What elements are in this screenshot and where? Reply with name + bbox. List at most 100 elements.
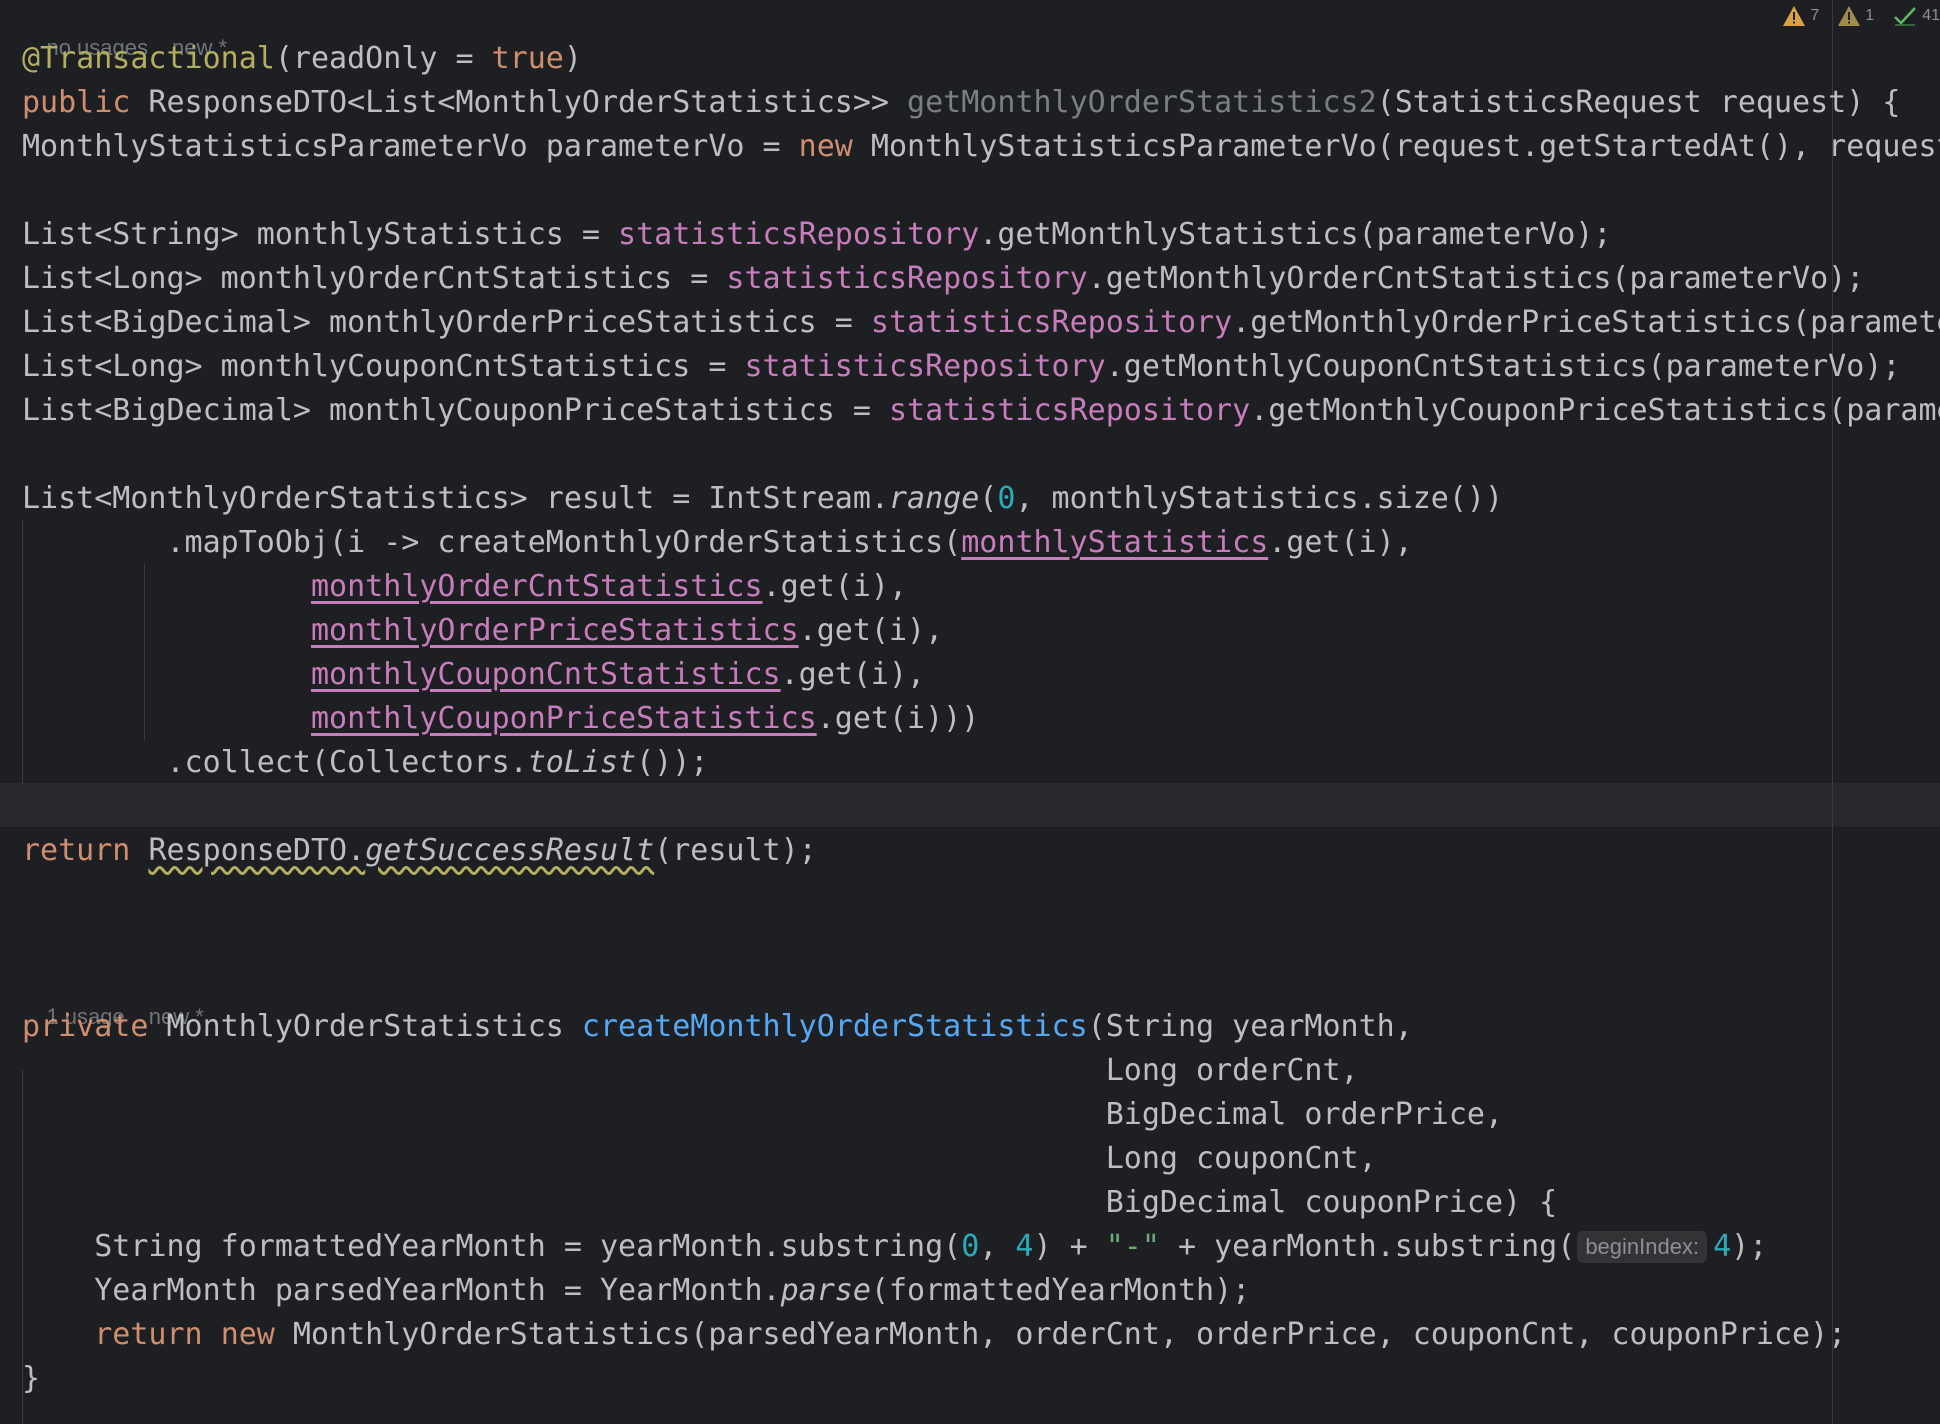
code-text: MonthlyStatisticsParameterVo parameterVo… <box>22 129 799 164</box>
number-literal: 4 <box>1015 1229 1034 1264</box>
code-text: MonthlyOrderStatistics <box>148 1009 582 1044</box>
code-vision-hint[interactable]: 1 usage new * <box>22 969 203 1029</box>
code-line[interactable]: List<Long> monthlyCouponCntStatistics = … <box>22 345 1900 389</box>
field-reference: statisticsRepository <box>870 305 1233 340</box>
code-text: ) <box>563 41 582 76</box>
code-text: (formattedYearMonth); <box>870 1273 1251 1308</box>
static-method-call: parse <box>780 1273 871 1308</box>
number-literal: 0 <box>961 1229 980 1264</box>
code-line[interactable]: BigDecimal orderPrice, <box>22 1093 1503 1137</box>
code-text: BigDecimal couponPrice) { <box>1105 1185 1558 1220</box>
static-method-call: getSuccessResult <box>365 833 655 868</box>
code-text: List<MonthlyOrderStatistics> result = In… <box>22 481 889 516</box>
code-text: .get(i), <box>1268 525 1413 560</box>
keyword: public <box>22 85 131 120</box>
code-text: BigDecimal orderPrice, <box>1105 1097 1504 1132</box>
code-line[interactable]: YearMonth parsedYearMonth = YearMonth.pa… <box>22 1269 1250 1313</box>
code-line[interactable]: List<Long> monthlyOrderCntStatistics = s… <box>22 257 1864 301</box>
field-reference: statisticsRepository <box>618 217 980 252</box>
code-line[interactable]: private MonthlyOrderStatistics createMon… <box>22 1005 1413 1049</box>
warnings-indicator[interactable]: 7 <box>1782 5 1819 27</box>
code-text: .get(i), <box>798 613 944 648</box>
code-text: ()); <box>636 745 709 780</box>
code-text: Long couponCnt, <box>1105 1141 1377 1176</box>
code-line[interactable]: String formattedYearMonth = yearMonth.su… <box>22 1225 1767 1269</box>
code-editor[interactable]: 7 1 41 no usages new * @Transactional(rea… <box>0 0 1940 1424</box>
code-line[interactable]: } <box>22 1357 40 1401</box>
code-text: (StatisticsRequest request) { <box>1376 85 1901 120</box>
code-line[interactable]: List<String> monthlyStatistics = statist… <box>22 213 1611 257</box>
code-text: .get(i))) <box>816 701 980 736</box>
field-reference: statisticsRepository <box>888 393 1251 428</box>
code-line[interactable]: List<BigDecimal> monthlyCouponPriceStati… <box>22 389 1940 433</box>
ok-count: 41 <box>1922 7 1940 24</box>
code-line[interactable]: Long couponCnt, <box>22 1137 1377 1181</box>
field-reference: statisticsRepository <box>744 349 1106 384</box>
ok-indicator[interactable]: 41 <box>1892 5 1940 27</box>
method-declaration: createMonthlyOrderStatistics <box>581 1009 1088 1044</box>
keyword: return <box>94 1317 203 1352</box>
code-text: Long orderCnt, <box>1105 1053 1359 1088</box>
code-vision-hint[interactable]: no usages new * <box>22 0 227 60</box>
code-line[interactable]: Long orderCnt, <box>22 1049 1359 1093</box>
warning-triangle-icon <box>1783 6 1806 26</box>
closing-brace: } <box>22 1361 41 1396</box>
captured-variable: monthlyOrderCntStatistics <box>310 569 763 604</box>
parameter-name-inlay-hint[interactable]: beginIndex: <box>1577 1231 1708 1263</box>
number-literal: 4 <box>1713 1229 1732 1264</box>
code-line[interactable]: MonthlyStatisticsParameterVo parameterVo… <box>22 125 1940 169</box>
code-line[interactable]: monthlyCouponPriceStatistics.get(i))) <box>22 697 979 741</box>
keyword: new <box>798 129 853 164</box>
code-text: .getMonthlyOrderPriceStatistics(paramete… <box>1232 305 1940 340</box>
code-line[interactable]: return new MonthlyOrderStatistics(parsed… <box>22 1313 1846 1357</box>
code-line[interactable]: @Transactional(readOnly = true) <box>22 37 582 81</box>
captured-variable: monthlyStatistics <box>961 525 1269 560</box>
code-text: .collect(Collectors. <box>22 745 528 780</box>
code-line[interactable]: .collect(Collectors.toList()); <box>22 741 708 785</box>
class-reference: ResponseDTO. <box>148 833 366 868</box>
code-line[interactable]: monthlyCouponCntStatistics.get(i), <box>22 653 925 697</box>
code-line[interactable]: List<BigDecimal> monthlyOrderPriceStatis… <box>22 301 1940 345</box>
code-text: , <box>979 1229 1016 1264</box>
code-text: (String yearMonth, <box>1087 1009 1413 1044</box>
code-line[interactable]: monthlyOrderPriceStatistics.get(i), <box>22 609 943 653</box>
code-text: ( <box>979 481 998 516</box>
captured-variable: monthlyCouponPriceStatistics <box>310 701 817 736</box>
field-reference: statisticsRepository <box>726 261 1088 296</box>
code-text: (readOnly = <box>274 41 492 76</box>
code-text: ResponseDTO<List<MonthlyOrderStatistics>… <box>130 85 908 120</box>
code-text: List<Long> monthlyCouponCntStatistics = <box>22 349 745 384</box>
static-method-call: toList <box>527 745 637 780</box>
code-text: String formattedYearMonth = yearMonth.su… <box>22 1229 962 1264</box>
weak-warning-triangle-icon <box>1838 6 1861 26</box>
code-line[interactable]: List<MonthlyOrderStatistics> result = In… <box>22 477 1503 521</box>
code-text: .get(i), <box>762 569 908 604</box>
number-literal: 0 <box>997 481 1016 516</box>
weak-warnings-indicator[interactable]: 1 <box>1837 5 1874 27</box>
code-text: .getMonthlyOrderCntStatistics(parameterV… <box>1087 261 1865 296</box>
double-check-icon <box>1894 7 1917 26</box>
code-text: List<BigDecimal> monthlyOrderPriceStatis… <box>22 305 871 340</box>
warning-highlight[interactable]: ResponseDTO.getSuccessResult <box>148 833 654 868</box>
inspection-widget[interactable]: 7 1 41 <box>1764 2 1940 30</box>
code-line[interactable]: public ResponseDTO<List<MonthlyOrderStat… <box>22 81 1900 125</box>
code-text: ); <box>1731 1229 1768 1264</box>
code-line[interactable]: return ResponseDTO.getSuccessResult(resu… <box>22 829 817 873</box>
annotation: @Transactional <box>22 41 275 76</box>
keyword: new <box>220 1317 275 1352</box>
code-line[interactable]: monthlyOrderCntStatistics.get(i), <box>22 565 907 609</box>
code-line[interactable]: .mapToObj(i -> createMonthlyOrderStatist… <box>22 521 1413 565</box>
keyword: return <box>22 833 131 868</box>
code-line[interactable]: BigDecimal couponPrice) { <box>22 1181 1558 1225</box>
code-text: MonthlyStatisticsParameterVo(request.get… <box>870 129 1940 164</box>
code-text: List<Long> monthlyOrderCntStatistics = <box>22 261 727 296</box>
code-text: ) + <box>1033 1229 1106 1264</box>
